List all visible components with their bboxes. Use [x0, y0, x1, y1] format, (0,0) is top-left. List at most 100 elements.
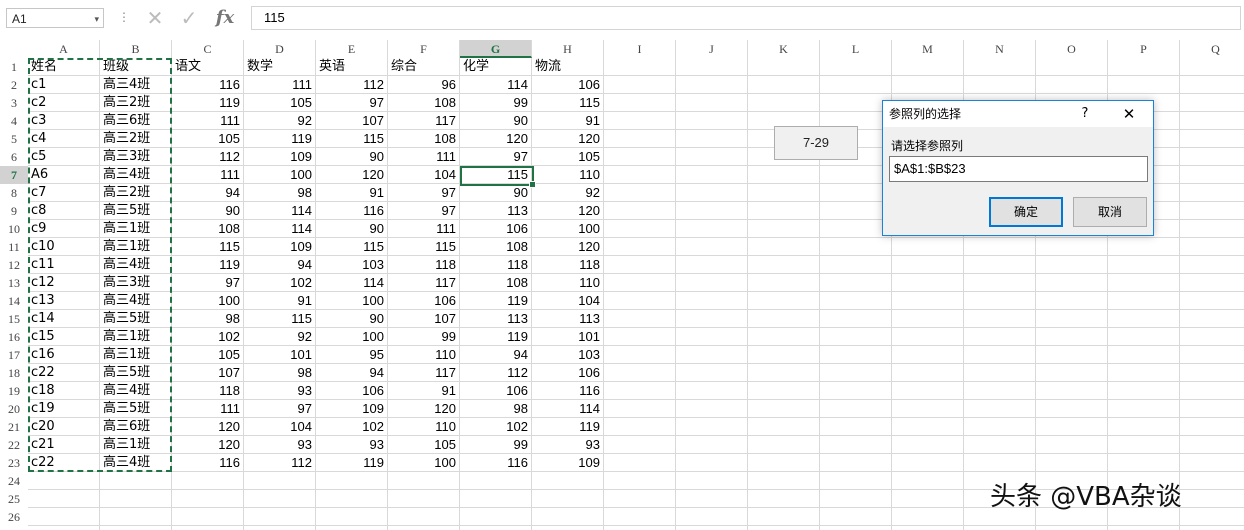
- table-cell[interactable]: 119: [244, 130, 316, 148]
- table-cell[interactable]: 107: [388, 310, 460, 328]
- table-cell[interactable]: 116: [172, 76, 244, 94]
- table-cell[interactable]: 104: [532, 292, 604, 310]
- table-cell[interactable]: 114: [244, 220, 316, 238]
- table-cell[interactable]: 90: [460, 112, 532, 130]
- row-header[interactable]: 16: [0, 328, 28, 346]
- table-cell[interactable]: 112: [172, 148, 244, 166]
- fill-handle[interactable]: [529, 181, 536, 188]
- table-cell[interactable]: 99: [460, 436, 532, 454]
- table-cell[interactable]: 118: [532, 256, 604, 274]
- table-cell[interactable]: 104: [388, 166, 460, 184]
- table-cell[interactable]: 108: [172, 220, 244, 238]
- header-cell[interactable]: 物流: [532, 58, 604, 76]
- table-cell[interactable]: 105: [244, 94, 316, 112]
- table-cell[interactable]: 90: [316, 148, 388, 166]
- row-header[interactable]: 15: [0, 310, 28, 328]
- table-cell[interactable]: 111: [244, 76, 316, 94]
- insert-function-icon[interactable]: fx: [210, 5, 240, 31]
- table-cell[interactable]: 114: [532, 400, 604, 418]
- column-header-b[interactable]: B: [100, 40, 172, 58]
- table-cell[interactable]: 97: [388, 184, 460, 202]
- table-cell[interactable]: 117: [388, 112, 460, 130]
- table-cell[interactable]: 100: [388, 454, 460, 472]
- header-cell[interactable]: 英语: [316, 58, 388, 76]
- table-cell[interactable]: 93: [532, 436, 604, 454]
- table-cell[interactable]: 97: [316, 94, 388, 112]
- table-cell[interactable]: 118: [172, 382, 244, 400]
- row-header[interactable]: 4: [0, 112, 28, 130]
- table-cell[interactable]: 103: [532, 346, 604, 364]
- table-cell[interactable]: 112: [460, 364, 532, 382]
- row-header[interactable]: 13: [0, 274, 28, 292]
- table-cell[interactable]: 119: [532, 418, 604, 436]
- table-cell[interactable]: 114: [316, 274, 388, 292]
- table-cell[interactable]: 90: [316, 310, 388, 328]
- table-cell[interactable]: 106: [460, 382, 532, 400]
- table-cell[interactable]: 119: [172, 94, 244, 112]
- table-cell[interactable]: 107: [172, 364, 244, 382]
- table-cell[interactable]: 111: [172, 112, 244, 130]
- row-header[interactable]: 24: [0, 472, 28, 490]
- table-cell[interactable]: 93: [316, 436, 388, 454]
- row-header[interactable]: 5: [0, 130, 28, 148]
- table-cell[interactable]: 92: [244, 328, 316, 346]
- cancel-icon[interactable]: ✕: [140, 5, 170, 31]
- drag-handle-icon[interactable]: ⋮: [118, 10, 130, 24]
- table-cell[interactable]: 115: [316, 130, 388, 148]
- table-cell[interactable]: 94: [172, 184, 244, 202]
- header-cell[interactable]: 化学: [460, 58, 532, 76]
- table-cell[interactable]: 110: [388, 418, 460, 436]
- table-cell[interactable]: 105: [172, 346, 244, 364]
- table-cell[interactable]: 115: [316, 238, 388, 256]
- table-cell[interactable]: 120: [172, 418, 244, 436]
- row-header[interactable]: 7: [0, 166, 28, 184]
- table-cell[interactable]: 106: [388, 292, 460, 310]
- table-cell[interactable]: 90: [316, 220, 388, 238]
- enter-icon[interactable]: ✓: [174, 5, 204, 31]
- table-cell[interactable]: 110: [388, 346, 460, 364]
- table-cell[interactable]: 92: [244, 112, 316, 130]
- table-cell[interactable]: 91: [244, 292, 316, 310]
- table-cell[interactable]: 111: [388, 148, 460, 166]
- table-cell[interactable]: 102: [172, 328, 244, 346]
- table-cell[interactable]: 109: [316, 400, 388, 418]
- table-cell[interactable]: 118: [388, 256, 460, 274]
- row-header[interactable]: 10: [0, 220, 28, 238]
- table-cell[interactable]: 111: [172, 166, 244, 184]
- table-cell[interactable]: 115: [244, 310, 316, 328]
- table-cell[interactable]: 94: [244, 256, 316, 274]
- table-cell[interactable]: 110: [532, 274, 604, 292]
- table-cell[interactable]: 91: [532, 112, 604, 130]
- table-cell[interactable]: 107: [316, 112, 388, 130]
- column-header-p[interactable]: P: [1108, 40, 1180, 58]
- table-cell[interactable]: 100: [316, 328, 388, 346]
- header-cell[interactable]: 综合: [388, 58, 460, 76]
- table-cell[interactable]: 113: [532, 310, 604, 328]
- table-cell[interactable]: 97: [244, 400, 316, 418]
- table-cell[interactable]: 93: [244, 436, 316, 454]
- table-cell[interactable]: 97: [388, 202, 460, 220]
- close-icon[interactable]: ✕: [1121, 101, 1137, 127]
- table-cell[interactable]: 119: [460, 292, 532, 310]
- table-cell[interactable]: 106: [532, 364, 604, 382]
- table-cell[interactable]: 116: [316, 202, 388, 220]
- column-header-e[interactable]: E: [316, 40, 388, 58]
- table-cell[interactable]: 97: [460, 148, 532, 166]
- row-header[interactable]: 2: [0, 76, 28, 94]
- table-cell[interactable]: 115: [388, 238, 460, 256]
- table-cell[interactable]: 120: [460, 130, 532, 148]
- table-cell[interactable]: 113: [460, 310, 532, 328]
- table-cell[interactable]: 101: [532, 328, 604, 346]
- ok-button[interactable]: 确定: [989, 197, 1063, 227]
- table-cell[interactable]: 112: [316, 76, 388, 94]
- table-cell[interactable]: 92: [532, 184, 604, 202]
- table-cell[interactable]: 99: [388, 328, 460, 346]
- column-header-g[interactable]: G: [460, 40, 532, 58]
- table-cell[interactable]: 108: [388, 94, 460, 112]
- table-cell[interactable]: 98: [244, 364, 316, 382]
- table-cell[interactable]: 90: [460, 184, 532, 202]
- table-cell[interactable]: 116: [532, 382, 604, 400]
- column-header-m[interactable]: M: [892, 40, 964, 58]
- row-header[interactable]: 12: [0, 256, 28, 274]
- table-cell[interactable]: 109: [532, 454, 604, 472]
